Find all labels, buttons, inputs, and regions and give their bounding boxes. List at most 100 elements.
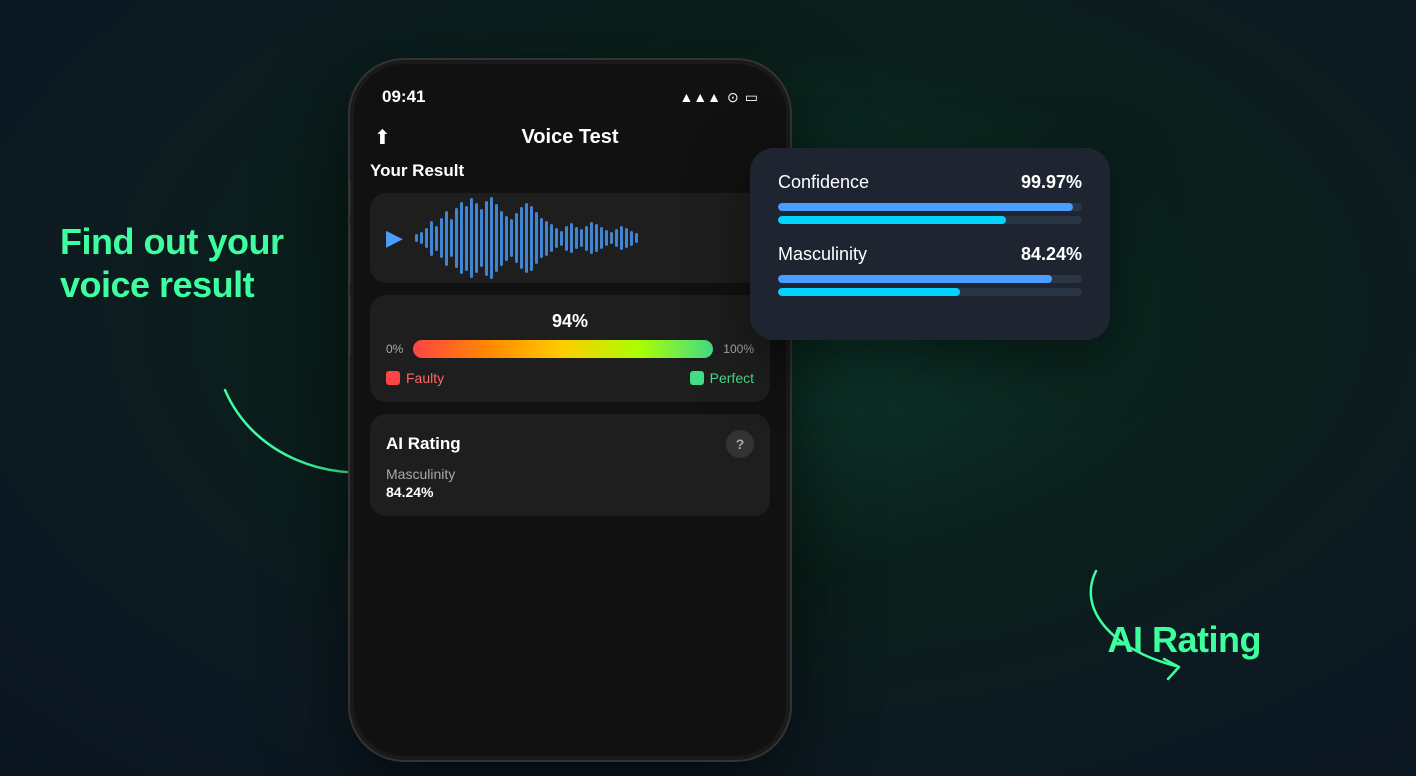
waveform-bar [525, 203, 528, 273]
waveform-bar [565, 226, 568, 251]
confidence-header: Confidence 99.97% [778, 172, 1082, 193]
waveform-bar [595, 224, 598, 252]
play-button[interactable]: ▶ [386, 225, 403, 251]
confidence-value: 99.97% [1021, 172, 1082, 193]
score-percentage: 94% [386, 311, 754, 332]
tagline-line1: Find out your [60, 220, 283, 263]
help-button[interactable]: ? [726, 430, 754, 458]
ai-sub-label: Masculinity [386, 466, 754, 482]
phone-silent-button [350, 180, 351, 215]
waveform-card: ▶ [370, 193, 770, 283]
waveform-bar [620, 226, 623, 250]
app-header: ⬆ Voice Test [354, 118, 786, 161]
waveform-visualization [415, 213, 754, 263]
waveform-bar [520, 207, 523, 269]
ai-rating-promo-label: AI Rating [1108, 619, 1262, 661]
confidence-bar-2-fill [778, 216, 1006, 224]
waveform-bar [555, 228, 558, 248]
waveform-bar [490, 197, 493, 279]
share-icon[interactable]: ⬆ [374, 125, 391, 150]
waveform-bar [630, 231, 633, 246]
phone-volume-up-button [350, 225, 351, 285]
perfect-label: Perfect [710, 370, 754, 386]
waveform-bar [615, 229, 618, 247]
waveform-bar [585, 226, 588, 251]
score-label-100: 100% [723, 342, 754, 356]
phone-volume-down-button [350, 295, 351, 355]
waveform-bar [625, 228, 628, 248]
waveform-bar [590, 222, 593, 254]
faulty-color-swatch [386, 371, 400, 385]
waveform-bar [455, 208, 458, 268]
ai-rating-title: AI Rating [386, 434, 461, 454]
waveform-bar [600, 227, 603, 249]
waveform-bar [500, 211, 503, 266]
waveform-bar [445, 211, 448, 266]
confidence-bar-1-track [778, 203, 1082, 211]
tagline-line2: voice result [60, 263, 283, 306]
masculinity-value: 84.24% [1021, 244, 1082, 265]
masculinity-bar-1-fill [778, 275, 1052, 283]
score-label-0: 0% [386, 342, 403, 356]
status-icons: ▲▲▲ ⊙ ▭ [679, 89, 758, 106]
confidence-bar-1-fill [778, 203, 1073, 211]
waveform-bar [540, 218, 543, 258]
tagline: Find out your voice result [60, 220, 283, 306]
confidence-row: Confidence 99.97% [778, 172, 1082, 224]
masculinity-bar-2-fill [778, 288, 960, 296]
waveform-bar [475, 203, 478, 273]
screen-title: Voice Test [521, 126, 618, 149]
phone-mockup: 09:41 ▲▲▲ ⊙ ▭ ⬆ Voice Test Your Result ▶… [350, 60, 790, 760]
waveform-bar [430, 221, 433, 256]
waveform-bar [460, 202, 463, 274]
waveform-bar [610, 232, 613, 244]
waveform-bar [440, 218, 443, 258]
waveform-bar [535, 212, 538, 264]
masculinity-bar-2-track [778, 288, 1082, 296]
masculinity-header: Masculinity 84.24% [778, 244, 1082, 265]
waveform-bar [550, 224, 553, 252]
ai-sub-value: 84.24% [386, 484, 754, 500]
waveform-bar [465, 206, 468, 271]
phone-notch [510, 68, 630, 100]
your-result-label: Your Result [370, 161, 770, 181]
waveform-bar [415, 234, 418, 242]
legend-perfect: Perfect [690, 370, 754, 386]
confidence-bar-2-track [778, 216, 1082, 224]
status-time: 09:41 [382, 87, 425, 107]
score-legend: Faulty Perfect [386, 370, 754, 386]
app-content: Your Result ▶ 94% 0% 100% Faulty [354, 161, 786, 516]
masculinity-bar-1-track [778, 275, 1082, 283]
waveform-bar [530, 206, 533, 271]
waveform-bar [425, 228, 428, 248]
waveform-bar [580, 229, 583, 247]
waveform-bar [510, 219, 513, 257]
waveform-bar [480, 209, 483, 267]
ai-rating-arrow [1036, 551, 1236, 681]
perfect-color-swatch [690, 371, 704, 385]
waveform-bar [450, 219, 453, 257]
phone-screen: 09:41 ▲▲▲ ⊙ ▭ ⬆ Voice Test Your Result ▶… [354, 64, 786, 756]
ai-rating-card: AI Rating ? Masculinity 84.24% [370, 414, 770, 516]
waveform-bar [575, 227, 578, 249]
waveform-bar [435, 226, 438, 251]
waveform-bar [505, 216, 508, 261]
score-bar-container: 0% 100% [386, 340, 754, 358]
faulty-label: Faulty [406, 370, 444, 386]
masculinity-label: Masculinity [778, 244, 867, 265]
waveform-bar [495, 204, 498, 272]
waveform-bar [420, 232, 423, 244]
score-bar [413, 340, 713, 358]
waveform-bar [470, 198, 473, 278]
info-card: Confidence 99.97% Masculinity 84.24% [750, 148, 1110, 340]
signal-icon: ▲▲▲ [679, 89, 721, 105]
waveform-bar [570, 223, 573, 253]
masculinity-row: Masculinity 84.24% [778, 244, 1082, 296]
waveform-bar [605, 230, 608, 246]
waveform-bar [485, 201, 488, 276]
waveform-bar [560, 231, 563, 246]
wifi-icon: ⊙ [727, 89, 739, 106]
waveform-bar [635, 233, 638, 243]
waveform-bar [545, 221, 548, 256]
ai-rating-header: AI Rating ? [386, 430, 754, 458]
